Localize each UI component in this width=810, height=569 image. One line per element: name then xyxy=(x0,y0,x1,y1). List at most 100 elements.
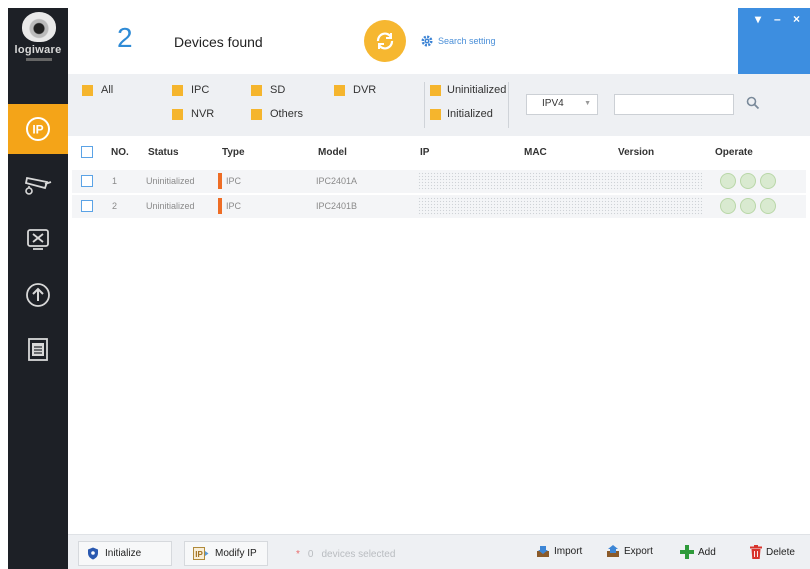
minimize-button[interactable]: – xyxy=(774,12,781,26)
row-model: IPC2401B xyxy=(316,201,358,211)
select-all-checkbox[interactable] xyxy=(81,146,93,158)
filter-others-checkbox[interactable]: Others xyxy=(251,108,303,120)
masked-ip-mac-version xyxy=(418,197,702,215)
filter-bar: All IPC SD DVR NVR Others Uninitialized … xyxy=(68,74,810,136)
row-type: IPC xyxy=(226,176,242,186)
type-marker xyxy=(218,198,222,214)
sidebar: logiware IP xyxy=(8,8,68,569)
table-row[interactable]: 2 Uninitialized IPC IPC2401B xyxy=(72,195,806,218)
selection-status: * 0 devices selected xyxy=(296,549,395,560)
svg-text:IP: IP xyxy=(195,550,203,559)
ip-version-select[interactable]: IPV4 ▼ xyxy=(526,94,598,115)
column-header-no: NO. xyxy=(111,147,129,158)
device-detail-button[interactable] xyxy=(760,173,776,189)
checkbox-checked-icon xyxy=(172,108,183,120)
filter-nvr-checkbox[interactable]: NVR xyxy=(172,108,214,120)
chevron-down-icon: ▼ xyxy=(584,100,591,107)
table-header: NO. Status Type Model IP MAC Version Ope… xyxy=(68,136,810,170)
tools-icon xyxy=(27,229,49,250)
filter-divider xyxy=(424,82,425,128)
column-header-mac: MAC xyxy=(524,147,547,158)
column-header-type: Type xyxy=(222,147,245,158)
row-type: IPC xyxy=(226,201,242,211)
row-checkbox[interactable] xyxy=(81,200,93,212)
row-model: IPC2401A xyxy=(316,176,358,186)
column-header-version: Version xyxy=(618,147,655,158)
import-icon xyxy=(537,546,549,557)
import-button[interactable]: Import xyxy=(536,545,582,558)
checkbox-checked-icon xyxy=(251,84,262,96)
checkbox-checked-icon xyxy=(430,84,441,96)
window-controls: ▾ – × xyxy=(738,8,810,74)
filter-others-label: Others xyxy=(270,108,304,120)
filter-uninitialized-checkbox[interactable]: Uninitialized xyxy=(430,84,506,96)
checkbox-checked-icon xyxy=(430,108,441,120)
delete-label: Delete xyxy=(766,546,795,558)
ip-version-value: IPV4 xyxy=(542,98,564,109)
sidebar-item-camera[interactable] xyxy=(8,160,68,210)
modify-ip-label: Modify IP xyxy=(215,548,257,559)
device-web-button[interactable] xyxy=(740,198,756,214)
modify-ip-button[interactable]: IP Modify IP xyxy=(184,541,268,566)
table-row[interactable]: 1 Uninitialized IPC IPC2401A xyxy=(72,170,806,193)
filter-initialized-checkbox[interactable]: Initialized xyxy=(430,108,493,120)
add-button[interactable]: Add xyxy=(680,545,716,559)
close-button[interactable]: × xyxy=(793,12,800,26)
filter-ipc-checkbox[interactable]: IPC xyxy=(172,84,209,96)
device-count: 2 xyxy=(117,22,133,53)
gear-icon xyxy=(421,35,433,47)
sidebar-item-ip-tool[interactable]: IP xyxy=(8,104,68,154)
edit-device-button[interactable] xyxy=(720,198,736,214)
search-setting-label: Search setting xyxy=(438,36,496,46)
sidebar-item-upgrade[interactable] xyxy=(8,270,68,320)
export-button[interactable]: Export xyxy=(606,545,653,558)
sidebar-item-tools[interactable] xyxy=(8,214,68,264)
camera-icon xyxy=(24,176,52,195)
row-checkbox[interactable] xyxy=(81,175,93,187)
sidebar-item-documents[interactable] xyxy=(8,324,68,374)
search-setting-link[interactable]: Search setting xyxy=(420,34,496,48)
checkbox-checked-icon xyxy=(334,84,345,96)
refresh-button[interactable] xyxy=(364,20,406,62)
filter-nvr-label: NVR xyxy=(191,108,215,120)
checkbox-checked-icon xyxy=(251,108,262,120)
device-web-button[interactable] xyxy=(740,173,756,189)
row-number: 1 xyxy=(112,176,118,186)
filter-uninitialized-label: Uninitialized xyxy=(447,84,507,96)
footer-toolbar: Initialize IP Modify IP * 0 devices select… xyxy=(68,534,810,569)
filter-ipc-label: IPC xyxy=(191,84,210,96)
document-icon xyxy=(28,338,48,361)
delete-button[interactable]: Delete xyxy=(750,545,795,559)
filter-sd-label: SD xyxy=(270,84,286,96)
column-header-model: Model xyxy=(318,147,347,158)
row-status: Uninitialized xyxy=(146,201,195,211)
search-input[interactable] xyxy=(614,94,734,115)
search-button[interactable] xyxy=(746,96,760,113)
edit-device-button[interactable] xyxy=(720,173,736,189)
checkbox-checked-icon xyxy=(82,84,93,96)
asterisk-icon: * xyxy=(296,549,300,560)
modify-ip-icon: IP xyxy=(193,547,209,560)
logo: logiware xyxy=(8,8,68,74)
initialize-button[interactable]: Initialize xyxy=(78,541,172,566)
row-number: 2 xyxy=(112,201,118,211)
ip-icon: IP xyxy=(26,117,50,141)
menu-dropdown-button[interactable]: ▾ xyxy=(755,12,761,26)
header: 2 Devices found Search setting ▾ – × xyxy=(68,8,810,74)
add-label: Add xyxy=(698,546,716,558)
type-marker xyxy=(218,173,222,189)
device-detail-button[interactable] xyxy=(760,198,776,214)
filter-sd-checkbox[interactable]: SD xyxy=(251,84,285,96)
filter-initialized-label: Initialized xyxy=(447,108,493,120)
trash-icon xyxy=(750,545,762,559)
filter-all-checkbox[interactable]: All xyxy=(82,84,113,96)
refresh-icon xyxy=(376,32,394,50)
row-status: Uninitialized xyxy=(146,176,195,186)
import-label: Import xyxy=(554,546,583,557)
svg-text:IP: IP xyxy=(32,123,43,137)
filter-dvr-checkbox[interactable]: DVR xyxy=(334,84,376,96)
brand-tagline-bar xyxy=(26,58,52,61)
search-icon xyxy=(746,96,760,110)
checkbox-checked-icon xyxy=(172,84,183,96)
column-header-status: Status xyxy=(148,147,179,158)
